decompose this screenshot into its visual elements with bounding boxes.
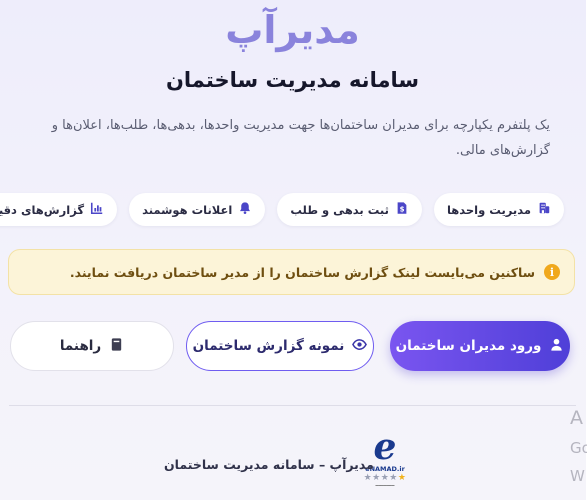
brand-logo-text: مدیرآپ [226,8,362,52]
feature-chip-label: اعلانات هوشمند [143,202,234,217]
overlay-line-3: W [571,467,586,485]
notice-banner: i ساکنین می‌بایست لینک گزارش ساختمان را … [9,249,576,295]
sample-button-label: نمونه گزارش ساختمان [193,338,346,354]
notice-text: ساکنین می‌بایست لینک گزارش ساختمان را از… [70,264,536,280]
actions-row: ورود مدیران ساختمان نمونه گزارش ساختمان … [0,321,587,373]
feature-chip-notifications: اعلانات هوشمند [130,193,267,226]
footer-text: مدیرآپ – سامانه مدیریت ساختمان [165,457,375,472]
bell-icon [239,201,253,218]
book-icon [110,337,125,356]
login-button-label: ورود مدیران ساختمان [396,338,543,354]
feature-chip-debts: $ ثبت بدهی و طلب [278,193,423,226]
sample-report-button[interactable]: نمونه گزارش ساختمان [187,321,375,371]
features-row: مدیریت واحدها $ ثبت بدهی و طلب اعلانات ه… [0,193,565,226]
enamad-stars: ★★★★★ [364,473,408,483]
enamad-caption: ━━━━━━━ [376,484,396,489]
eye-icon [353,337,369,356]
login-managers-button[interactable]: ورود مدیران ساختمان [391,321,571,371]
info-icon: i [545,264,561,280]
feature-chip-label: گزارش‌های دقیق [0,202,86,217]
feature-chip-label: مدیریت واحدها [447,202,532,217]
page-title: سامانه مدیریت ساختمان [167,68,420,92]
overlay-line-1: A [571,407,584,429]
svg-text:$: $ [401,206,406,214]
user-icon [550,337,565,356]
footer-divider [10,405,577,406]
chart-icon [91,201,105,218]
feature-chip-units: مدیریت واحدها [434,193,565,226]
building-icon [538,201,552,218]
enamad-logo-icon: e [374,426,398,468]
feature-chip-reports: گزارش‌های دقیق [0,193,119,226]
guide-button[interactable]: راهنما [11,321,175,371]
page-description: یک پلتفرم یکپارچه برای مدیران ساختمان‌ها… [52,118,551,158]
windows-activation-overlay: A Go W [571,404,587,488]
feature-chip-label: ثبت بدهی و طلب [291,202,390,217]
guide-button-label: راهنما [60,338,103,354]
invoice-icon: $ [396,201,410,218]
overlay-line-2: Go [571,439,587,457]
